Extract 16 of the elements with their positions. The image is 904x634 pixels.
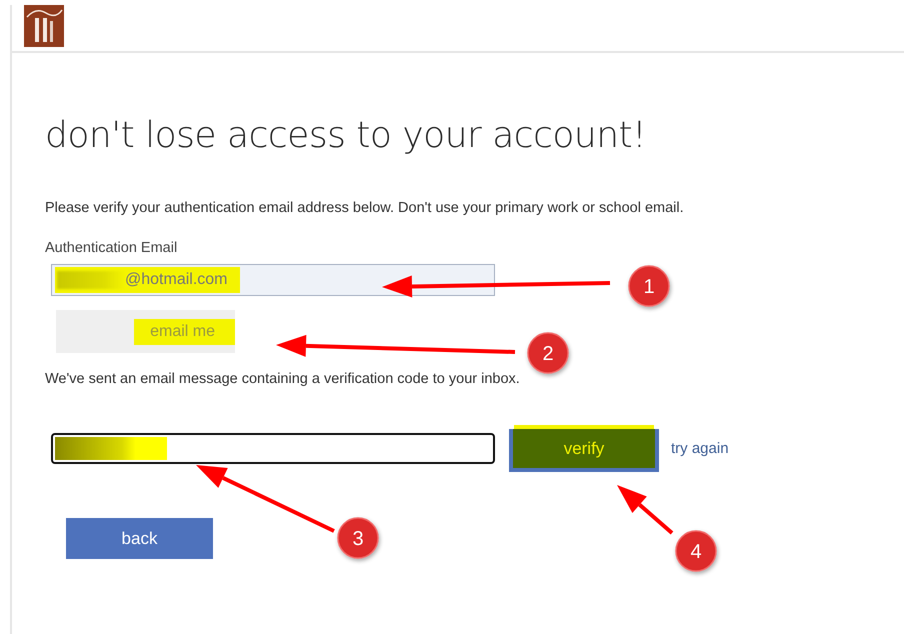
email-field[interactable]: @hotmail.com xyxy=(51,264,495,296)
email-value: @hotmail.com xyxy=(55,267,240,293)
field-label: Authentication Email xyxy=(45,240,178,256)
number-badge: 4 xyxy=(675,530,717,572)
arrow xyxy=(617,485,674,534)
try-again-link[interactable]: try again xyxy=(671,440,729,457)
number-badge: 1 xyxy=(628,265,670,307)
page-title: don't lose access to your account! xyxy=(45,115,648,156)
verify-button[interactable]: verify xyxy=(509,429,659,472)
instruction-text: Please verify your authentication email address below. Don't use your primary work or school email. xyxy=(45,200,685,216)
status-message: We've sent an email message containing a verification code to your inbox. xyxy=(45,371,521,387)
number-badge: 3 xyxy=(337,517,379,559)
back-button[interactable]: back xyxy=(66,518,213,559)
number-badge: 2 xyxy=(527,332,569,374)
code-field[interactable] xyxy=(51,433,495,464)
email-me-button[interactable]: email me xyxy=(56,310,235,353)
